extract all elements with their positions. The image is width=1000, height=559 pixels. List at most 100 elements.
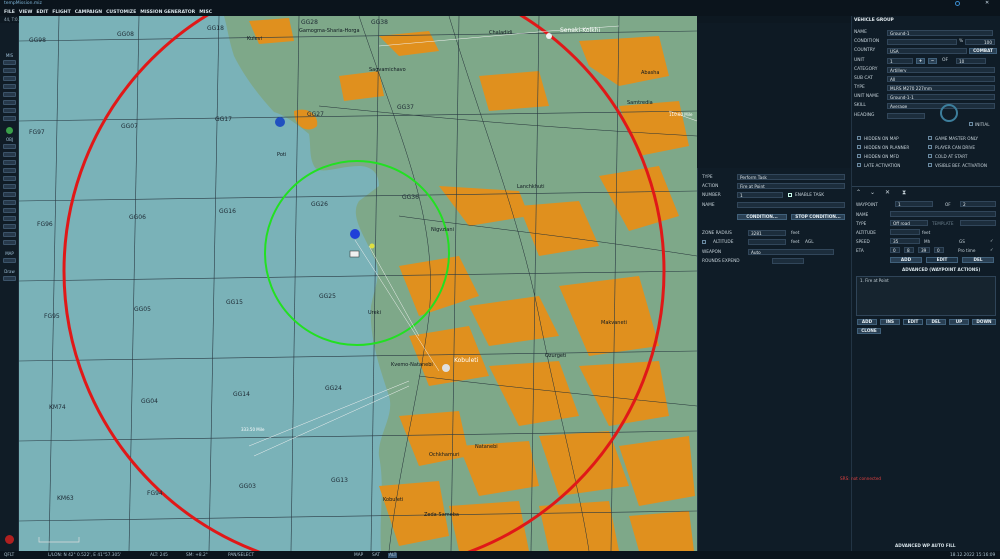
altitude-field[interactable] (748, 239, 786, 245)
waypoint-marker[interactable] (369, 243, 375, 249)
menu-customize[interactable]: CUSTOMIZE (106, 10, 136, 15)
task-type-select[interactable]: Perform Task (737, 174, 845, 180)
menu-flight[interactable]: FLIGHT (52, 10, 71, 15)
tool-button[interactable] (3, 160, 16, 165)
tool-button[interactable] (3, 192, 16, 197)
menu-file[interactable]: FILE (4, 10, 15, 15)
menu-misc[interactable]: MISC (199, 10, 212, 15)
tool-button[interactable] (3, 68, 16, 73)
late-activation-checkbox[interactable] (857, 163, 861, 167)
map-view-button[interactable]: MAP (354, 553, 363, 558)
tool-button[interactable] (3, 176, 16, 181)
eta-second-field[interactable]: 0 (934, 247, 944, 253)
action-edit-button[interactable]: EDIT (903, 319, 923, 325)
task-name-field[interactable] (737, 202, 845, 208)
stop-condition-button[interactable]: STOP CONDITION... (791, 214, 845, 220)
unit-icon[interactable] (350, 229, 360, 239)
cold-at-start-checkbox[interactable] (928, 154, 932, 158)
unit-count-field[interactable]: 10 (956, 58, 986, 64)
action-add-button[interactable]: ADD (857, 319, 877, 325)
tool-button[interactable] (3, 232, 16, 237)
tool-button[interactable] (3, 76, 16, 81)
arrow-up-icon[interactable]: ⌃ (856, 189, 861, 196)
condition-button[interactable]: CONDITION... (737, 214, 787, 220)
wp-name-field[interactable] (890, 211, 996, 217)
action-del-button[interactable]: DEL (926, 319, 946, 325)
tool-button[interactable] (3, 184, 16, 189)
tool-button[interactable] (3, 224, 16, 229)
remove-unit-button[interactable]: − (928, 58, 937, 64)
condition-bar[interactable] (887, 39, 957, 45)
advanced-actions-label[interactable]: ADVANCED (WAYPOINT ACTIONS) (902, 267, 980, 272)
initial-checkbox[interactable] (969, 122, 973, 126)
check-icon[interactable]: ✓ (990, 238, 994, 243)
tool-button[interactable] (3, 276, 16, 281)
country-select[interactable]: USA (887, 48, 967, 54)
wp-type-select[interactable]: Off road (890, 220, 928, 226)
condition-field[interactable]: 100 (965, 39, 995, 45)
tool-button[interactable] (3, 258, 16, 263)
x-icon[interactable]: ✕ (885, 189, 890, 196)
waypoint-field[interactable]: 1 (895, 201, 933, 207)
hidden-on-planner-checkbox[interactable] (857, 145, 861, 149)
heading-field[interactable] (887, 113, 925, 119)
tool-button[interactable] (3, 208, 16, 213)
add-unit-button[interactable]: + (916, 58, 925, 64)
menu-campaign[interactable]: CAMPAIGN (75, 10, 102, 15)
arrow-down-icon[interactable]: ⌄ (870, 189, 875, 196)
action-select[interactable]: Fire at Point (737, 183, 845, 189)
weapon-select[interactable]: Auto (748, 249, 834, 255)
hidden-on-map-checkbox[interactable] (857, 136, 861, 140)
auto-fill-button[interactable]: ADVANCED WP AUTO FILL (895, 543, 956, 548)
menu-mission-generator[interactable]: MISSION GENERATOR (140, 10, 195, 15)
action-ins-button[interactable]: INS (880, 319, 900, 325)
type-select[interactable]: MLRS M270 227mm (887, 85, 995, 91)
wp-altitude-field[interactable] (890, 229, 920, 235)
menu-view[interactable]: VIEW (19, 10, 32, 15)
globe-icon[interactable] (6, 127, 13, 134)
tool-button[interactable] (3, 240, 16, 245)
action-clone-button[interactable]: CLONE (857, 328, 881, 334)
tool-button[interactable] (3, 168, 16, 173)
airfield-icon[interactable] (546, 33, 552, 39)
wp-del-button[interactable]: DEL (962, 257, 994, 263)
airfield-icon[interactable] (442, 364, 450, 372)
tool-button[interactable] (3, 144, 16, 149)
eta-hour-field[interactable]: 8 (904, 247, 914, 253)
wp-add-button[interactable]: ADD (890, 257, 922, 263)
category-select[interactable]: Artillery (887, 67, 995, 73)
enable-task-checkbox[interactable] (788, 193, 792, 197)
combat-button[interactable]: COMBAT (969, 48, 997, 54)
action-list[interactable]: 1. Fire at Point (856, 276, 996, 316)
stop-icon[interactable] (5, 535, 14, 544)
check-icon[interactable]: ✓ (990, 247, 994, 252)
tool-button[interactable] (3, 84, 16, 89)
altitude-checkbox[interactable] (702, 240, 706, 244)
heading-dial-icon[interactable] (940, 104, 958, 122)
eta-day-field[interactable]: 0 (890, 247, 900, 253)
vehicle-icon[interactable] (349, 250, 360, 258)
action-list-item[interactable]: 1. Fire at Point (860, 278, 889, 283)
player-can-drive-checkbox[interactable] (928, 145, 932, 149)
alt-view-button[interactable]: ALT (388, 552, 398, 558)
sat-view-button[interactable]: SAT (372, 553, 380, 558)
visible-bef-activation-checkbox[interactable] (928, 163, 932, 167)
tool-button[interactable] (3, 200, 16, 205)
game-master-only-checkbox[interactable] (928, 136, 932, 140)
group-name-field[interactable]: Ground-1 (887, 30, 993, 36)
close-icon[interactable]: ✕ (985, 0, 989, 6)
tool-button[interactable] (3, 108, 16, 113)
subcat-select[interactable]: All (887, 76, 995, 82)
mission-map[interactable]: GG28 GG38 GG98 GG08 GG18 FG97 GG07 GG17 … (19, 16, 697, 551)
pan-select-mode[interactable]: PAN/SELECT (228, 553, 254, 558)
eta-minute-field[interactable]: 39 (918, 247, 930, 253)
unit-name-field[interactable]: Ground-1-1 (887, 94, 995, 100)
action-up-button[interactable]: UP (949, 319, 969, 325)
hidden-on-mfd-checkbox[interactable] (857, 154, 861, 158)
number-field[interactable]: 1 (737, 192, 783, 198)
speed-field[interactable]: 35 (890, 238, 920, 244)
tool-button[interactable] (3, 92, 16, 97)
tool-button[interactable] (3, 216, 16, 221)
menu-edit[interactable]: EDIT (36, 10, 48, 15)
map-canvas[interactable]: GG28 GG38 GG98 GG08 GG18 FG97 GG07 GG17 … (19, 16, 697, 551)
